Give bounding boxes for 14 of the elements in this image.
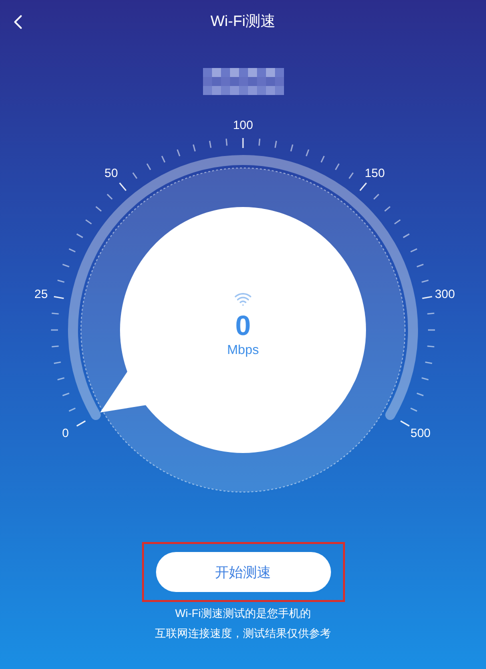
dial-label: 500 — [410, 426, 431, 438]
speed-unit: Mbps — [227, 343, 259, 356]
caption-line: 互联网连接速度，测试结果仅供参考 — [155, 626, 331, 642]
caption-line: Wi-Fi测速测试的是您手机的 — [175, 607, 311, 622]
dial-label: 100 — [232, 119, 254, 131]
dial-label: 50 — [104, 166, 118, 179]
start-button[interactable]: 开始测速 — [156, 552, 330, 592]
speed-value: 0 — [235, 309, 251, 343]
window-title: Wi-Fi测速 — [210, 12, 276, 32]
dial-label: 300 — [434, 288, 455, 300]
dial-label: 150 — [364, 166, 385, 179]
dial-label: 0 — [62, 426, 69, 438]
wifi-icon — [234, 290, 252, 308]
dial-label: 25 — [34, 288, 48, 300]
